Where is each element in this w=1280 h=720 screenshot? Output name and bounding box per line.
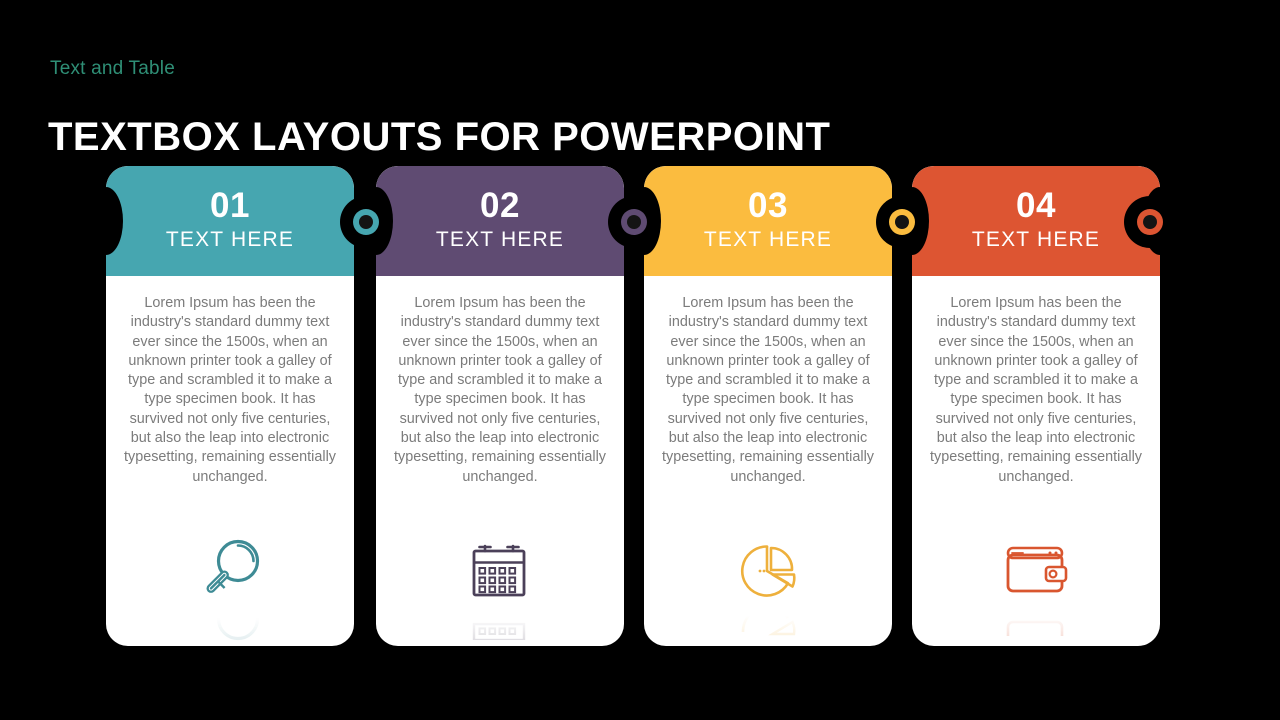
card-body-02: 02 TEXT HERE Lorem Ipsum has been the in…	[376, 166, 624, 646]
card-header-04: 04 TEXT HERE	[912, 166, 1160, 276]
card-icon-wrap-04	[912, 534, 1160, 636]
card-label-04: TEXT HERE	[971, 228, 1101, 251]
slide-canvas: Text and Table TEXTBOX LAYOUTS FOR POWER…	[0, 0, 1280, 720]
magnifier-icon	[193, 534, 267, 608]
card-body-01: 01 TEXT HERE Lorem Ipsum has been the in…	[106, 166, 354, 646]
connector-badge-03[interactable]	[876, 196, 928, 248]
info-card-03[interactable]: 03 TEXT HERE Lorem Ipsum has been the in…	[644, 166, 892, 646]
card-body-04: 04 TEXT HERE Lorem Ipsum has been the in…	[912, 166, 1160, 646]
info-card-02[interactable]: 02 TEXT HERE Lorem Ipsum has been the in…	[376, 166, 624, 646]
card-number-01: 01	[210, 186, 250, 225]
card-body-03: 03 TEXT HERE Lorem Ipsum has been the in…	[644, 166, 892, 646]
wallet-icon	[999, 534, 1073, 608]
pie-chart-icon-reflection	[731, 606, 805, 638]
info-card-04[interactable]: 04 TEXT HERE Lorem Ipsum has been the in…	[912, 166, 1160, 646]
card-paragraph-02: Lorem Ipsum has been the industry's stan…	[394, 295, 606, 485]
card-number-02: 02	[480, 186, 520, 225]
badge-ring-icon	[1137, 209, 1163, 235]
calendar-icon	[463, 534, 537, 608]
card-header-03: 03 TEXT HERE	[644, 166, 892, 276]
card-number-04: 04	[1016, 186, 1056, 225]
card-label-01: TEXT HERE	[165, 228, 295, 251]
calendar-icon-reflection	[463, 606, 537, 640]
card-paragraph-01: Lorem Ipsum has been the industry's stan…	[124, 295, 336, 485]
badge-ring-icon	[621, 209, 647, 235]
card-paragraph-04: Lorem Ipsum has been the industry's stan…	[930, 295, 1142, 485]
info-card-01[interactable]: 01 TEXT HERE Lorem Ipsum has been the in…	[106, 166, 354, 646]
card-paragraph-03: Lorem Ipsum has been the industry's stan…	[662, 295, 874, 485]
slide-eyebrow: Text and Table	[50, 58, 175, 79]
card-icon-wrap-02	[376, 534, 624, 640]
badge-dot-icon	[359, 215, 373, 229]
card-label-02: TEXT HERE	[435, 228, 565, 251]
badge-ring-icon	[353, 209, 379, 235]
connector-badge-01[interactable]	[340, 196, 392, 248]
badge-dot-icon	[1143, 215, 1157, 229]
card-icon-wrap-03	[644, 534, 892, 636]
pie-chart-icon	[731, 534, 805, 608]
card-header-01: 01 TEXT HERE	[106, 166, 354, 276]
badge-ring-icon	[889, 209, 915, 235]
wallet-icon-reflection	[999, 606, 1073, 636]
page-title: TEXTBOX LAYOUTS FOR POWERPOINT	[48, 114, 831, 159]
badge-dot-icon	[895, 215, 909, 229]
card-header-02: 02 TEXT HERE	[376, 166, 624, 276]
magnifier-icon-reflection	[193, 606, 267, 646]
card-icon-wrap-01	[106, 534, 354, 641]
connector-badge-04[interactable]	[1124, 196, 1176, 248]
connector-badge-02[interactable]	[608, 196, 660, 248]
card-number-03: 03	[748, 186, 788, 225]
card-label-03: TEXT HERE	[703, 228, 833, 251]
badge-dot-icon	[627, 215, 641, 229]
